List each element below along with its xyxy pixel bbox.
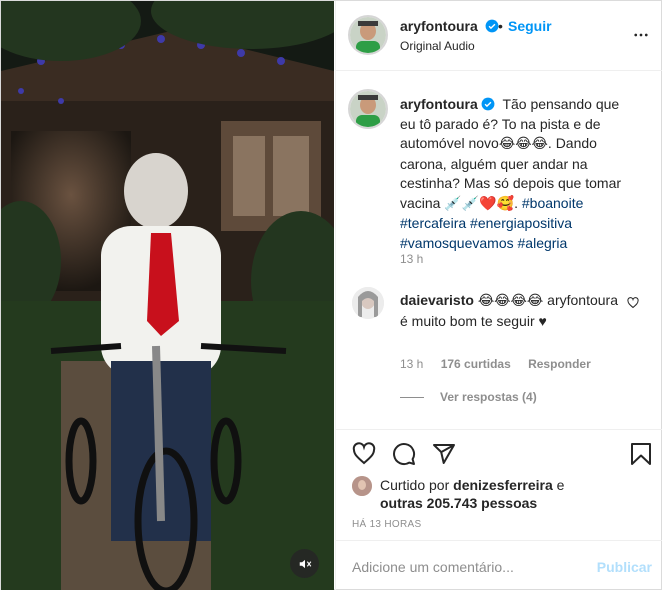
- caption-timestamp[interactable]: 13 h: [400, 252, 423, 266]
- hashtag-link[interactable]: #alegria: [518, 235, 568, 251]
- more-options-icon[interactable]: [632, 26, 650, 44]
- comment-emoji: 😂😂😂😂: [477, 293, 544, 309]
- video-frame: [1, 1, 334, 590]
- comment: daievaristo 😂😂😂😂 aryfontoura é muito bom…: [400, 291, 626, 331]
- avatar-image: [352, 476, 372, 496]
- likes-middle: e: [552, 477, 565, 493]
- follow-button[interactable]: Seguir: [508, 18, 552, 34]
- likes-summary: Curtido por denizesferreira e outras 205…: [380, 476, 650, 512]
- liked-by-avatar[interactable]: [352, 476, 372, 496]
- reply-button[interactable]: Responder: [528, 357, 591, 371]
- comment-meta: 13 h 176 curtidas Responder: [400, 357, 605, 371]
- caption-emoji: 😂😂😂: [498, 136, 548, 152]
- avatar-image: [350, 17, 386, 53]
- caption-avatar[interactable]: [348, 89, 388, 129]
- comment-like-icon[interactable]: [627, 297, 639, 309]
- post-video[interactable]: [1, 1, 334, 590]
- hashtag-link[interactable]: #vamosquevamos: [400, 235, 514, 251]
- view-replies-label: Ver respostas (4): [440, 390, 537, 404]
- post-side-panel: aryfontoura • Seguir Original Audio aryf…: [335, 1, 662, 590]
- post-header: aryfontoura • Seguir Original Audio: [336, 1, 662, 71]
- hashtag-link[interactable]: #energiapositiva: [470, 215, 572, 231]
- post-actions: Curtido por denizesferreira e outras 205…: [336, 429, 662, 590]
- hashtag-link[interactable]: #tercafeira: [400, 215, 466, 231]
- audio-label[interactable]: Original Audio: [400, 39, 475, 53]
- liked-by-username[interactable]: denizesferreira: [453, 477, 553, 493]
- author-username-text[interactable]: aryfontoura: [400, 18, 478, 34]
- view-replies-button[interactable]: Ver respostas (4): [400, 390, 537, 404]
- comment-icon[interactable]: [392, 442, 416, 466]
- share-icon[interactable]: [432, 442, 456, 466]
- post-caption: aryfontoura Tão pensando que eu tô parad…: [400, 95, 630, 253]
- author-username[interactable]: aryfontoura: [400, 18, 499, 34]
- comment-input[interactable]: Adicione um comentário...: [352, 559, 514, 575]
- muted-speaker-icon: [299, 559, 311, 568]
- post-timestamp[interactable]: HÁ 13 HORAS: [352, 519, 421, 530]
- replies-divider: [400, 396, 424, 398]
- author-avatar[interactable]: [348, 15, 388, 55]
- verified-badge-icon: [485, 19, 499, 33]
- bookmark-icon[interactable]: [630, 442, 652, 466]
- caption-emoji: 💉💉❤️🥰: [444, 195, 515, 212]
- comment-likes[interactable]: 176 curtidas: [441, 357, 511, 371]
- instagram-post: aryfontoura • Seguir Original Audio aryf…: [0, 0, 662, 590]
- heart-icon[interactable]: [352, 442, 376, 466]
- hashtag-link[interactable]: #boanoite: [522, 195, 584, 211]
- separator-dot: •: [498, 18, 503, 34]
- caption-text: .: [514, 194, 522, 211]
- caption-username[interactable]: aryfontoura: [400, 96, 495, 112]
- avatar-image: [352, 287, 384, 319]
- mute-button[interactable]: [290, 549, 319, 578]
- verified-badge-icon: [481, 97, 495, 111]
- likes-prefix: Curtido por: [380, 477, 454, 493]
- publish-button[interactable]: Publicar: [597, 559, 652, 575]
- comment-timestamp[interactable]: 13 h: [400, 357, 423, 371]
- commenter-avatar[interactable]: [352, 287, 384, 319]
- likes-others[interactable]: outras 205.743 pessoas: [380, 495, 537, 511]
- add-comment-bar: Adicione um comentário... Publicar: [336, 540, 662, 590]
- commenter-username[interactable]: daievaristo: [400, 292, 474, 308]
- avatar-image: [350, 91, 386, 127]
